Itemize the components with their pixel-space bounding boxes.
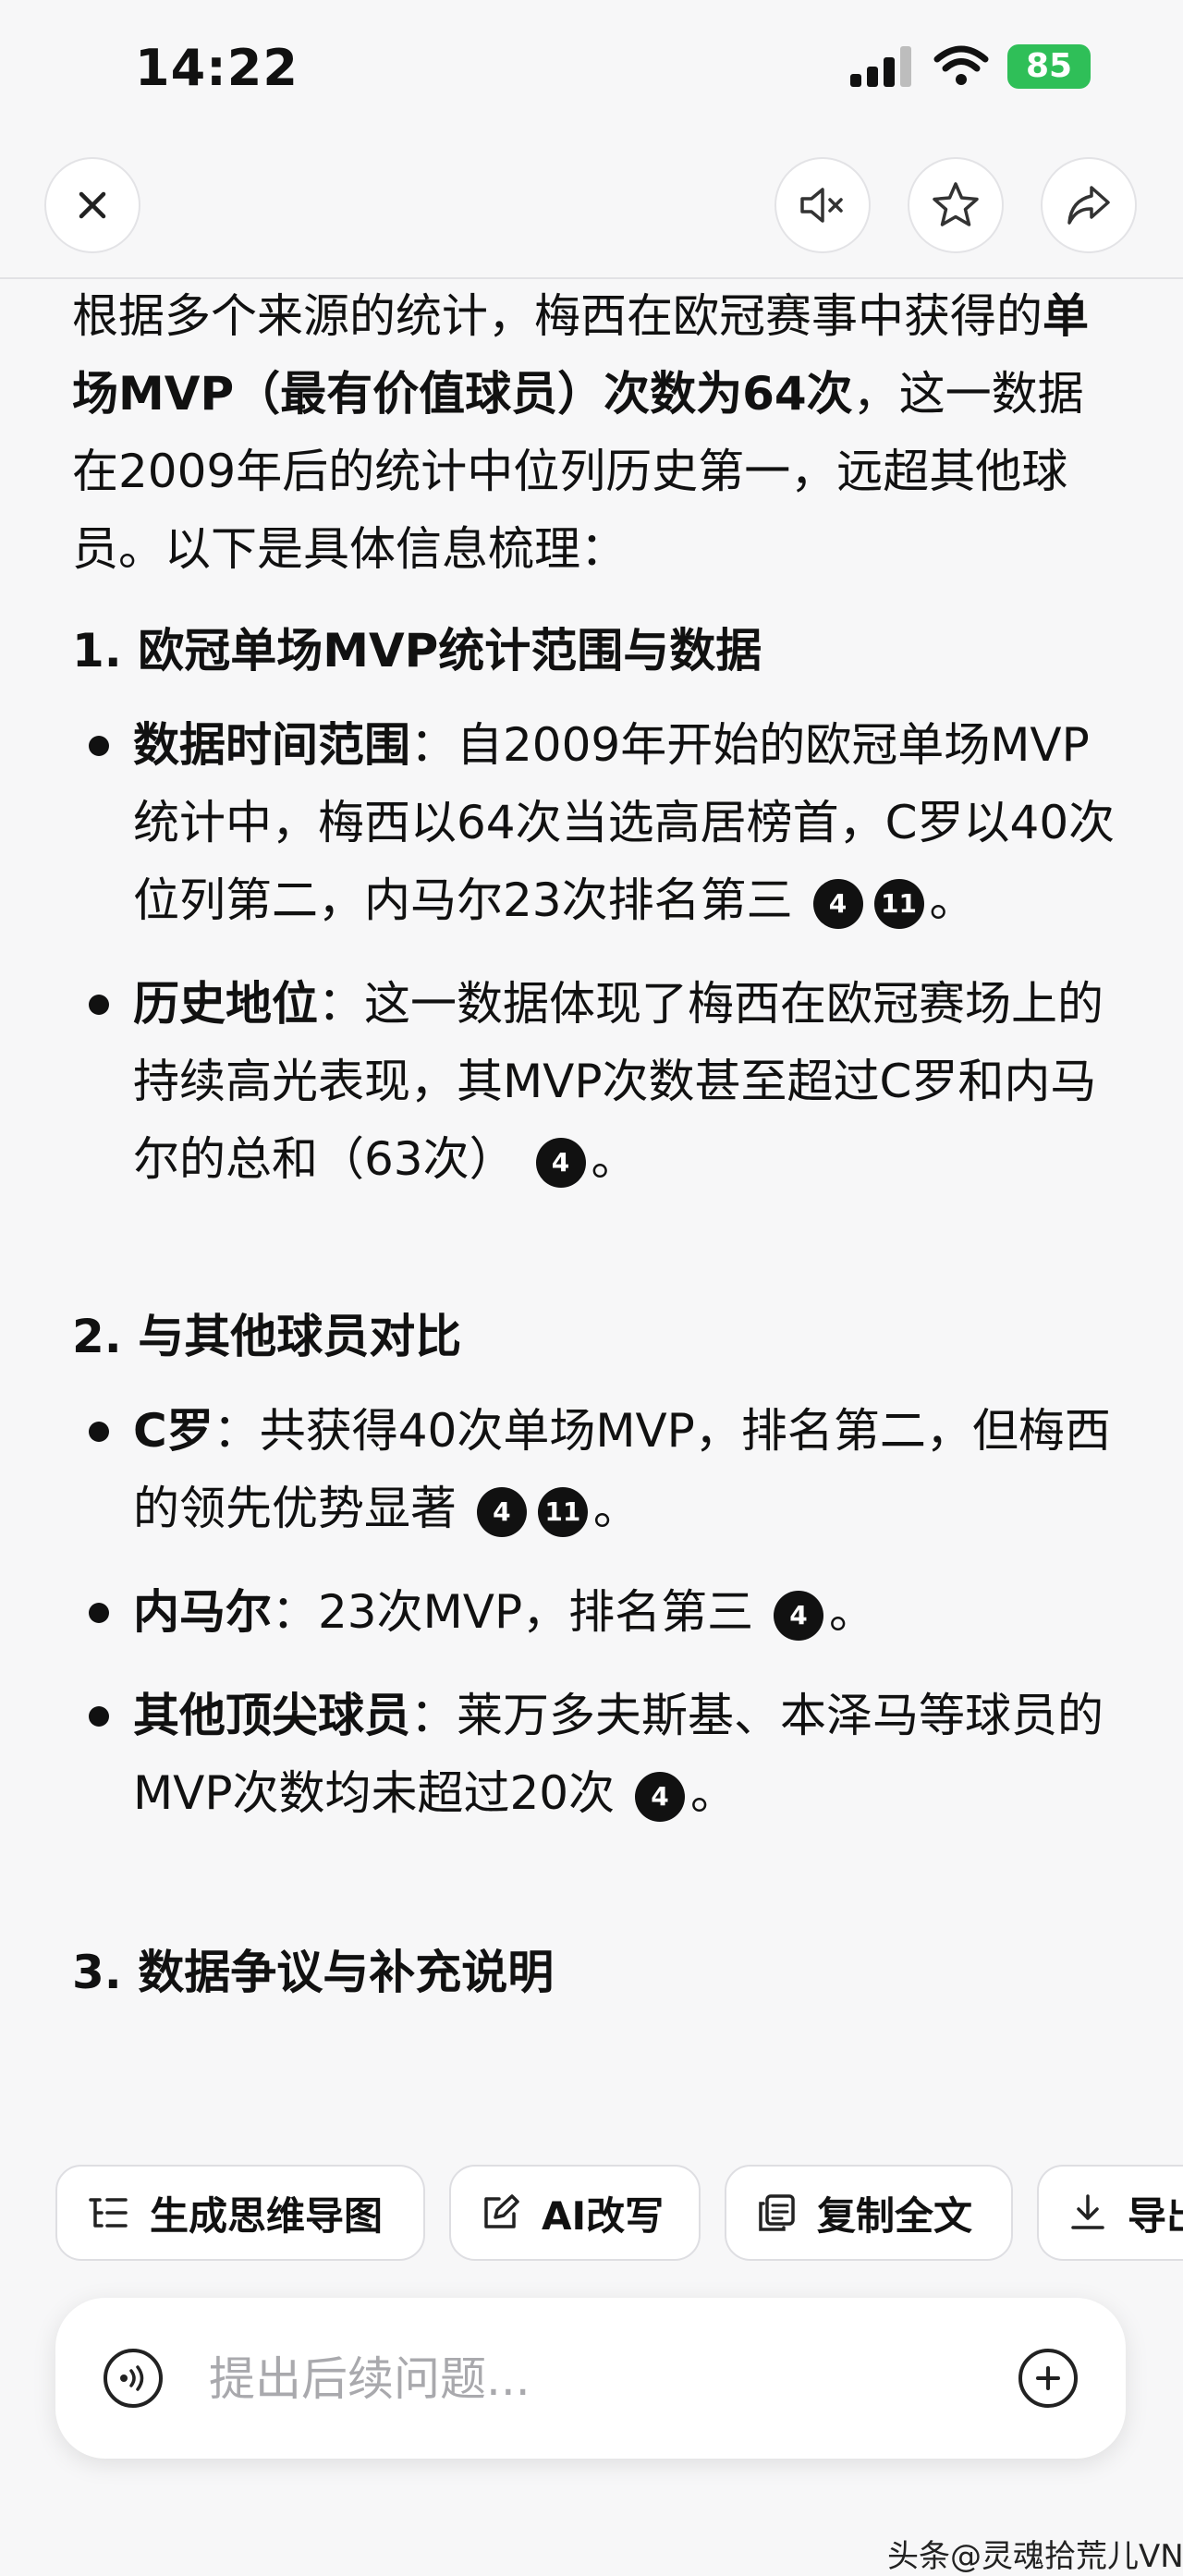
follow-up-bar xyxy=(55,2298,1126,2459)
item-label: 数据时间范围 xyxy=(133,718,410,772)
voice-wave-icon xyxy=(120,2365,144,2391)
mindmap-button[interactable]: 生成思维导图 xyxy=(55,2165,425,2261)
item-end: 。 xyxy=(690,1766,738,1820)
list-item: 历史地位：这一数据体现了梅西在欧冠赛场上的持续高光表现，其MVP次数甚至超过C罗… xyxy=(72,965,1126,1198)
intro-paragraph: 根据多个来源的统计，梅西在欧冠赛事中获得的单场MVP（最有价值球员）次数为64次… xyxy=(72,277,1126,588)
item-end: 。 xyxy=(929,873,976,927)
intro-text-1: 根据多个来源的统计，梅西在欧冠赛事中获得的 xyxy=(72,289,1043,343)
favorite-button[interactable] xyxy=(908,157,1004,253)
citation-badge[interactable]: 4 xyxy=(476,1486,527,1537)
citation-badge[interactable]: 4 xyxy=(812,878,863,929)
share-icon xyxy=(1067,186,1110,225)
section-2-heading: 2. 与其他球员对比 xyxy=(72,1310,462,1363)
bullet-dot xyxy=(89,1706,109,1727)
copy-icon xyxy=(759,2194,795,2231)
status-time: 14:22 xyxy=(135,39,299,97)
export-label: 导出 xyxy=(1128,2192,1183,2239)
item-label: 内马尔 xyxy=(133,1585,272,1639)
watermark: 头条@灵魂拾荒儿VN xyxy=(887,2538,1183,2575)
ai-rewrite-button[interactable]: AI改写 xyxy=(449,2165,701,2261)
copy-all-button[interactable]: 复制全文 xyxy=(725,2165,1013,2261)
top-bar xyxy=(0,139,1183,279)
bullet-dot xyxy=(89,1422,109,1442)
wifi-icon xyxy=(933,45,989,85)
item-label: 其他顶尖球员 xyxy=(133,1689,410,1742)
edit-icon xyxy=(484,2194,519,2228)
mindmap-label: 生成思维导图 xyxy=(150,2192,384,2239)
star-icon xyxy=(933,182,979,226)
bullet-dot xyxy=(89,1603,109,1623)
item-label: C罗 xyxy=(133,1404,213,1458)
section-3-heading: 3. 数据争议与补充说明 xyxy=(72,1946,555,1999)
download-icon xyxy=(1071,2194,1104,2229)
add-button[interactable] xyxy=(1018,2349,1078,2408)
ai-rewrite-label: AI改写 xyxy=(542,2192,665,2239)
item-text: ：23次MVP，排名第三 xyxy=(272,1585,754,1639)
battery-icon: 85 xyxy=(1007,44,1091,89)
mindmap-icon xyxy=(89,2198,128,2228)
list-item: 内马尔：23次MVP，排名第三 4。 xyxy=(72,1573,1126,1651)
voice-input-button[interactable] xyxy=(104,2349,163,2408)
list-item: C罗：共获得40次单场MVP，排名第二，但梅西的领先优势显著 4 11。 xyxy=(72,1392,1126,1547)
citation-badge[interactable]: 11 xyxy=(537,1486,588,1537)
citation-badge[interactable]: 4 xyxy=(774,1590,824,1641)
citation-badge[interactable]: 4 xyxy=(635,1771,686,1822)
list-item: 其他顶尖球员：莱万多夫斯基、本泽马等球员的MVP次数均未超过20次 4。 xyxy=(72,1677,1126,1832)
list-item: 数据时间范围：自2009年开始的欧冠单场MVP统计中，梅西以64次当选高居榜首，… xyxy=(72,706,1126,939)
citation-badge[interactable]: 4 xyxy=(535,1137,586,1188)
battery-level: 85 xyxy=(1025,47,1073,85)
share-button[interactable] xyxy=(1041,157,1137,253)
copy-all-label: 复制全文 xyxy=(817,2192,973,2239)
export-button[interactable]: 导出 xyxy=(1037,2165,1183,2261)
answer-content: 根据多个来源的统计，梅西在欧冠赛事中获得的单场MVP（最有价值球员）次数为64次… xyxy=(72,277,1126,2011)
follow-up-input[interactable] xyxy=(207,2346,969,2412)
speaker-muted-icon xyxy=(800,188,843,223)
bullet-dot xyxy=(89,736,109,756)
item-end: 。 xyxy=(591,1132,638,1186)
bullet-dot xyxy=(89,995,109,1015)
cellular-signal-icon xyxy=(850,46,915,87)
item-end: 。 xyxy=(592,1482,640,1535)
close-icon xyxy=(79,191,106,219)
plus-icon xyxy=(1036,2366,1060,2390)
citation-badge[interactable]: 11 xyxy=(873,878,924,929)
close-button[interactable] xyxy=(44,157,140,253)
item-end: 。 xyxy=(829,1585,876,1639)
item-label: 历史地位 xyxy=(133,977,318,1031)
mute-button[interactable] xyxy=(774,157,871,253)
section-1-heading: 1. 欧冠单场MVP统计范围与数据 xyxy=(72,624,762,678)
